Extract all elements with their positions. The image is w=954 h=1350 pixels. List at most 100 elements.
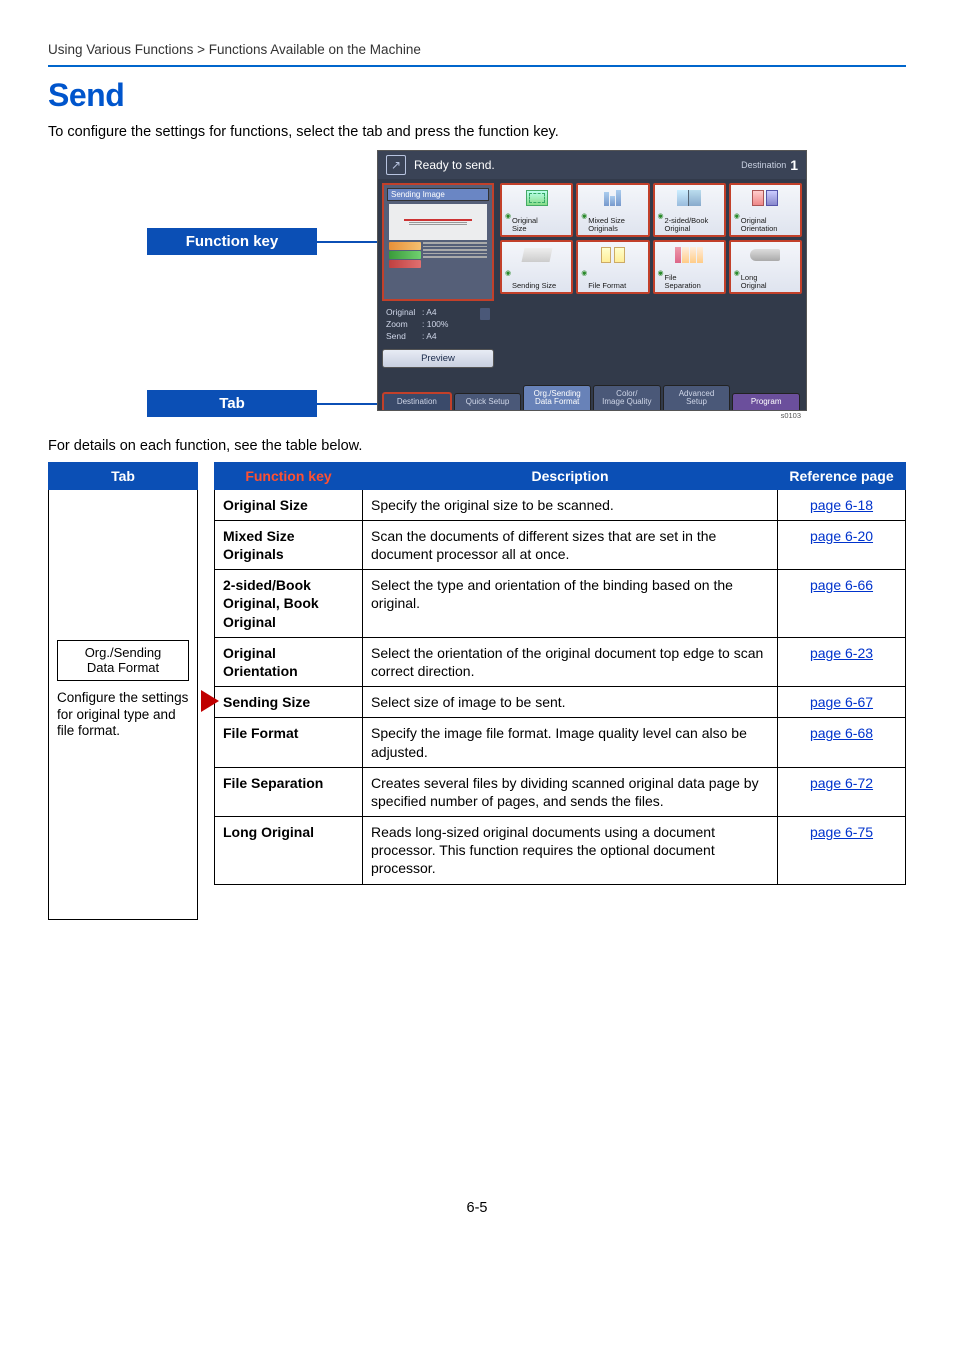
status-dot-icon: ◉ [505, 269, 511, 277]
fn-key-0[interactable]: ◉OriginalSize [500, 183, 573, 237]
cell-description: Creates several files by dividing scanne… [363, 767, 778, 816]
arrow-right-icon [201, 690, 219, 712]
fn-label: Mixed SizeOriginals [588, 217, 645, 233]
cell-description: Scan the documents of different sizes th… [363, 520, 778, 569]
rotate-icon [480, 308, 490, 320]
table-row: Mixed Size OriginalsScan the documents o… [215, 520, 906, 569]
cell-reference: page 6-23 [778, 637, 906, 686]
fn-icon [658, 186, 721, 210]
table-row: 2-sided/Book Original, Book OriginalSele… [215, 570, 906, 638]
fn-label: OriginalSize [512, 217, 569, 233]
fn-key-1[interactable]: ◉Mixed SizeOriginals [576, 183, 649, 237]
reference-link[interactable]: page 6-23 [810, 645, 873, 661]
send-panel-screenshot: ↗ Ready to send. Destination 1 Sending I… [377, 150, 807, 411]
fn-icon [581, 186, 644, 210]
cell-function-key: 2-sided/Book Original, Book Original [215, 570, 363, 638]
fn-key-5[interactable]: ◉File Format [576, 240, 649, 294]
tab-column-header: Tab [48, 462, 198, 490]
cell-description: Specify the image file format. Image qua… [363, 718, 778, 767]
tab-box-line2: Data Format [64, 660, 182, 676]
destination-count: 1 [790, 157, 798, 173]
panel-tab-5[interactable]: Program [732, 393, 800, 409]
table-row: File FormatSpecify the image file format… [215, 718, 906, 767]
fn-icon [734, 186, 797, 210]
fn-key-2[interactable]: ◉2-sided/BookOriginal [653, 183, 726, 237]
fn-key-6[interactable]: ◉FileSeparation [653, 240, 726, 294]
status-dot-icon: ◉ [505, 212, 511, 220]
status-dot-icon: ◉ [734, 269, 740, 277]
panel-status: Ready to send. [414, 158, 741, 172]
cell-function-key: File Separation [215, 767, 363, 816]
send-icon: ↗ [386, 155, 406, 175]
cell-description: Specify the original size to be scanned. [363, 489, 778, 520]
cell-reference: page 6-67 [778, 687, 906, 718]
fn-key-7[interactable]: ◉LongOriginal [729, 240, 802, 294]
status-dot-icon: ◉ [658, 212, 664, 220]
page-number: 6-5 [48, 1200, 906, 1246]
status-dot-icon: ◉ [581, 212, 587, 220]
cell-function-key: Original Size [215, 489, 363, 520]
reference-link[interactable]: page 6-72 [810, 775, 873, 791]
panel-tab-4[interactable]: AdvancedSetup [663, 385, 731, 410]
preview-button[interactable]: Preview [382, 349, 494, 368]
meta-block: Original: A4 Zoom: 100% Send: A4 [382, 305, 494, 345]
page-title: Send [48, 77, 906, 114]
panel-tab-2[interactable]: Org./SendingData Format [523, 385, 591, 410]
th-reference: Reference page [778, 462, 906, 489]
reference-link[interactable]: page 6-75 [810, 824, 873, 840]
callout-line [317, 403, 377, 405]
cell-description: Select the orientation of the original d… [363, 637, 778, 686]
reference-link[interactable]: page 6-67 [810, 694, 873, 710]
table-row: Original SizeSpecify the original size t… [215, 489, 906, 520]
cell-function-key: Original Orientation [215, 637, 363, 686]
fn-key-4[interactable]: ◉Sending Size [500, 240, 573, 294]
cell-function-key: File Format [215, 718, 363, 767]
fn-icon [658, 243, 721, 267]
cell-description: Select the type and orientation of the b… [363, 570, 778, 638]
reference-link[interactable]: page 6-20 [810, 528, 873, 544]
cell-reference: page 6-66 [778, 570, 906, 638]
table-intro: For details on each function, see the ta… [48, 438, 906, 454]
callout-line [317, 241, 377, 243]
status-dot-icon: ◉ [581, 269, 587, 277]
th-description: Description [363, 462, 778, 489]
reference-link[interactable]: page 6-68 [810, 725, 873, 741]
fn-label: LongOriginal [741, 274, 798, 290]
table-row: Long OriginalReads long-sized original d… [215, 817, 906, 885]
breadcrumb: Using Various Functions > Functions Avai… [48, 42, 906, 63]
cell-description: Select size of image to be sent. [363, 687, 778, 718]
panel-tab-0[interactable]: Destination [382, 392, 452, 409]
function-table: Function key Description Reference page … [214, 462, 906, 885]
panel-tab-1[interactable]: Quick Setup [454, 393, 522, 409]
fn-key-3[interactable]: ◉OriginalOrientation [729, 183, 802, 237]
status-dot-icon: ◉ [658, 269, 664, 277]
fn-icon [505, 186, 568, 210]
callout-function-key: Function key [147, 228, 317, 255]
fn-icon [505, 243, 568, 267]
fn-label: Sending Size [512, 282, 569, 290]
table-row: Original OrientationSelect the orientati… [215, 637, 906, 686]
fn-label: 2-sided/BookOriginal [665, 217, 722, 233]
fn-label: File Format [588, 282, 645, 290]
figure-code: s0103 [377, 411, 807, 420]
fn-label: FileSeparation [665, 274, 722, 290]
callout-tab: Tab [147, 390, 317, 417]
table-row: Sending SizeSelect size of image to be s… [215, 687, 906, 718]
fn-icon [734, 243, 797, 267]
cell-function-key: Mixed Size Originals [215, 520, 363, 569]
panel-tab-3[interactable]: Color/Image Quality [593, 385, 661, 410]
tab-box-line1: Org./Sending [64, 645, 182, 661]
tab-description: Configure the settings for original type… [57, 690, 189, 741]
divider [48, 65, 906, 67]
cell-function-key: Sending Size [215, 687, 363, 718]
table-row: File SeparationCreates several files by … [215, 767, 906, 816]
screenshot-figure: Function key Tab ↗ Ready to send. Destin… [48, 150, 906, 420]
fn-icon [581, 243, 644, 267]
sending-image-label: Sending Image [387, 188, 489, 201]
cell-description: Reads long-sized original documents usin… [363, 817, 778, 885]
cell-reference: page 6-72 [778, 767, 906, 816]
reference-link[interactable]: page 6-18 [810, 497, 873, 513]
cell-function-key: Long Original [215, 817, 363, 885]
preview-thumbnail [389, 204, 487, 240]
reference-link[interactable]: page 6-66 [810, 577, 873, 593]
